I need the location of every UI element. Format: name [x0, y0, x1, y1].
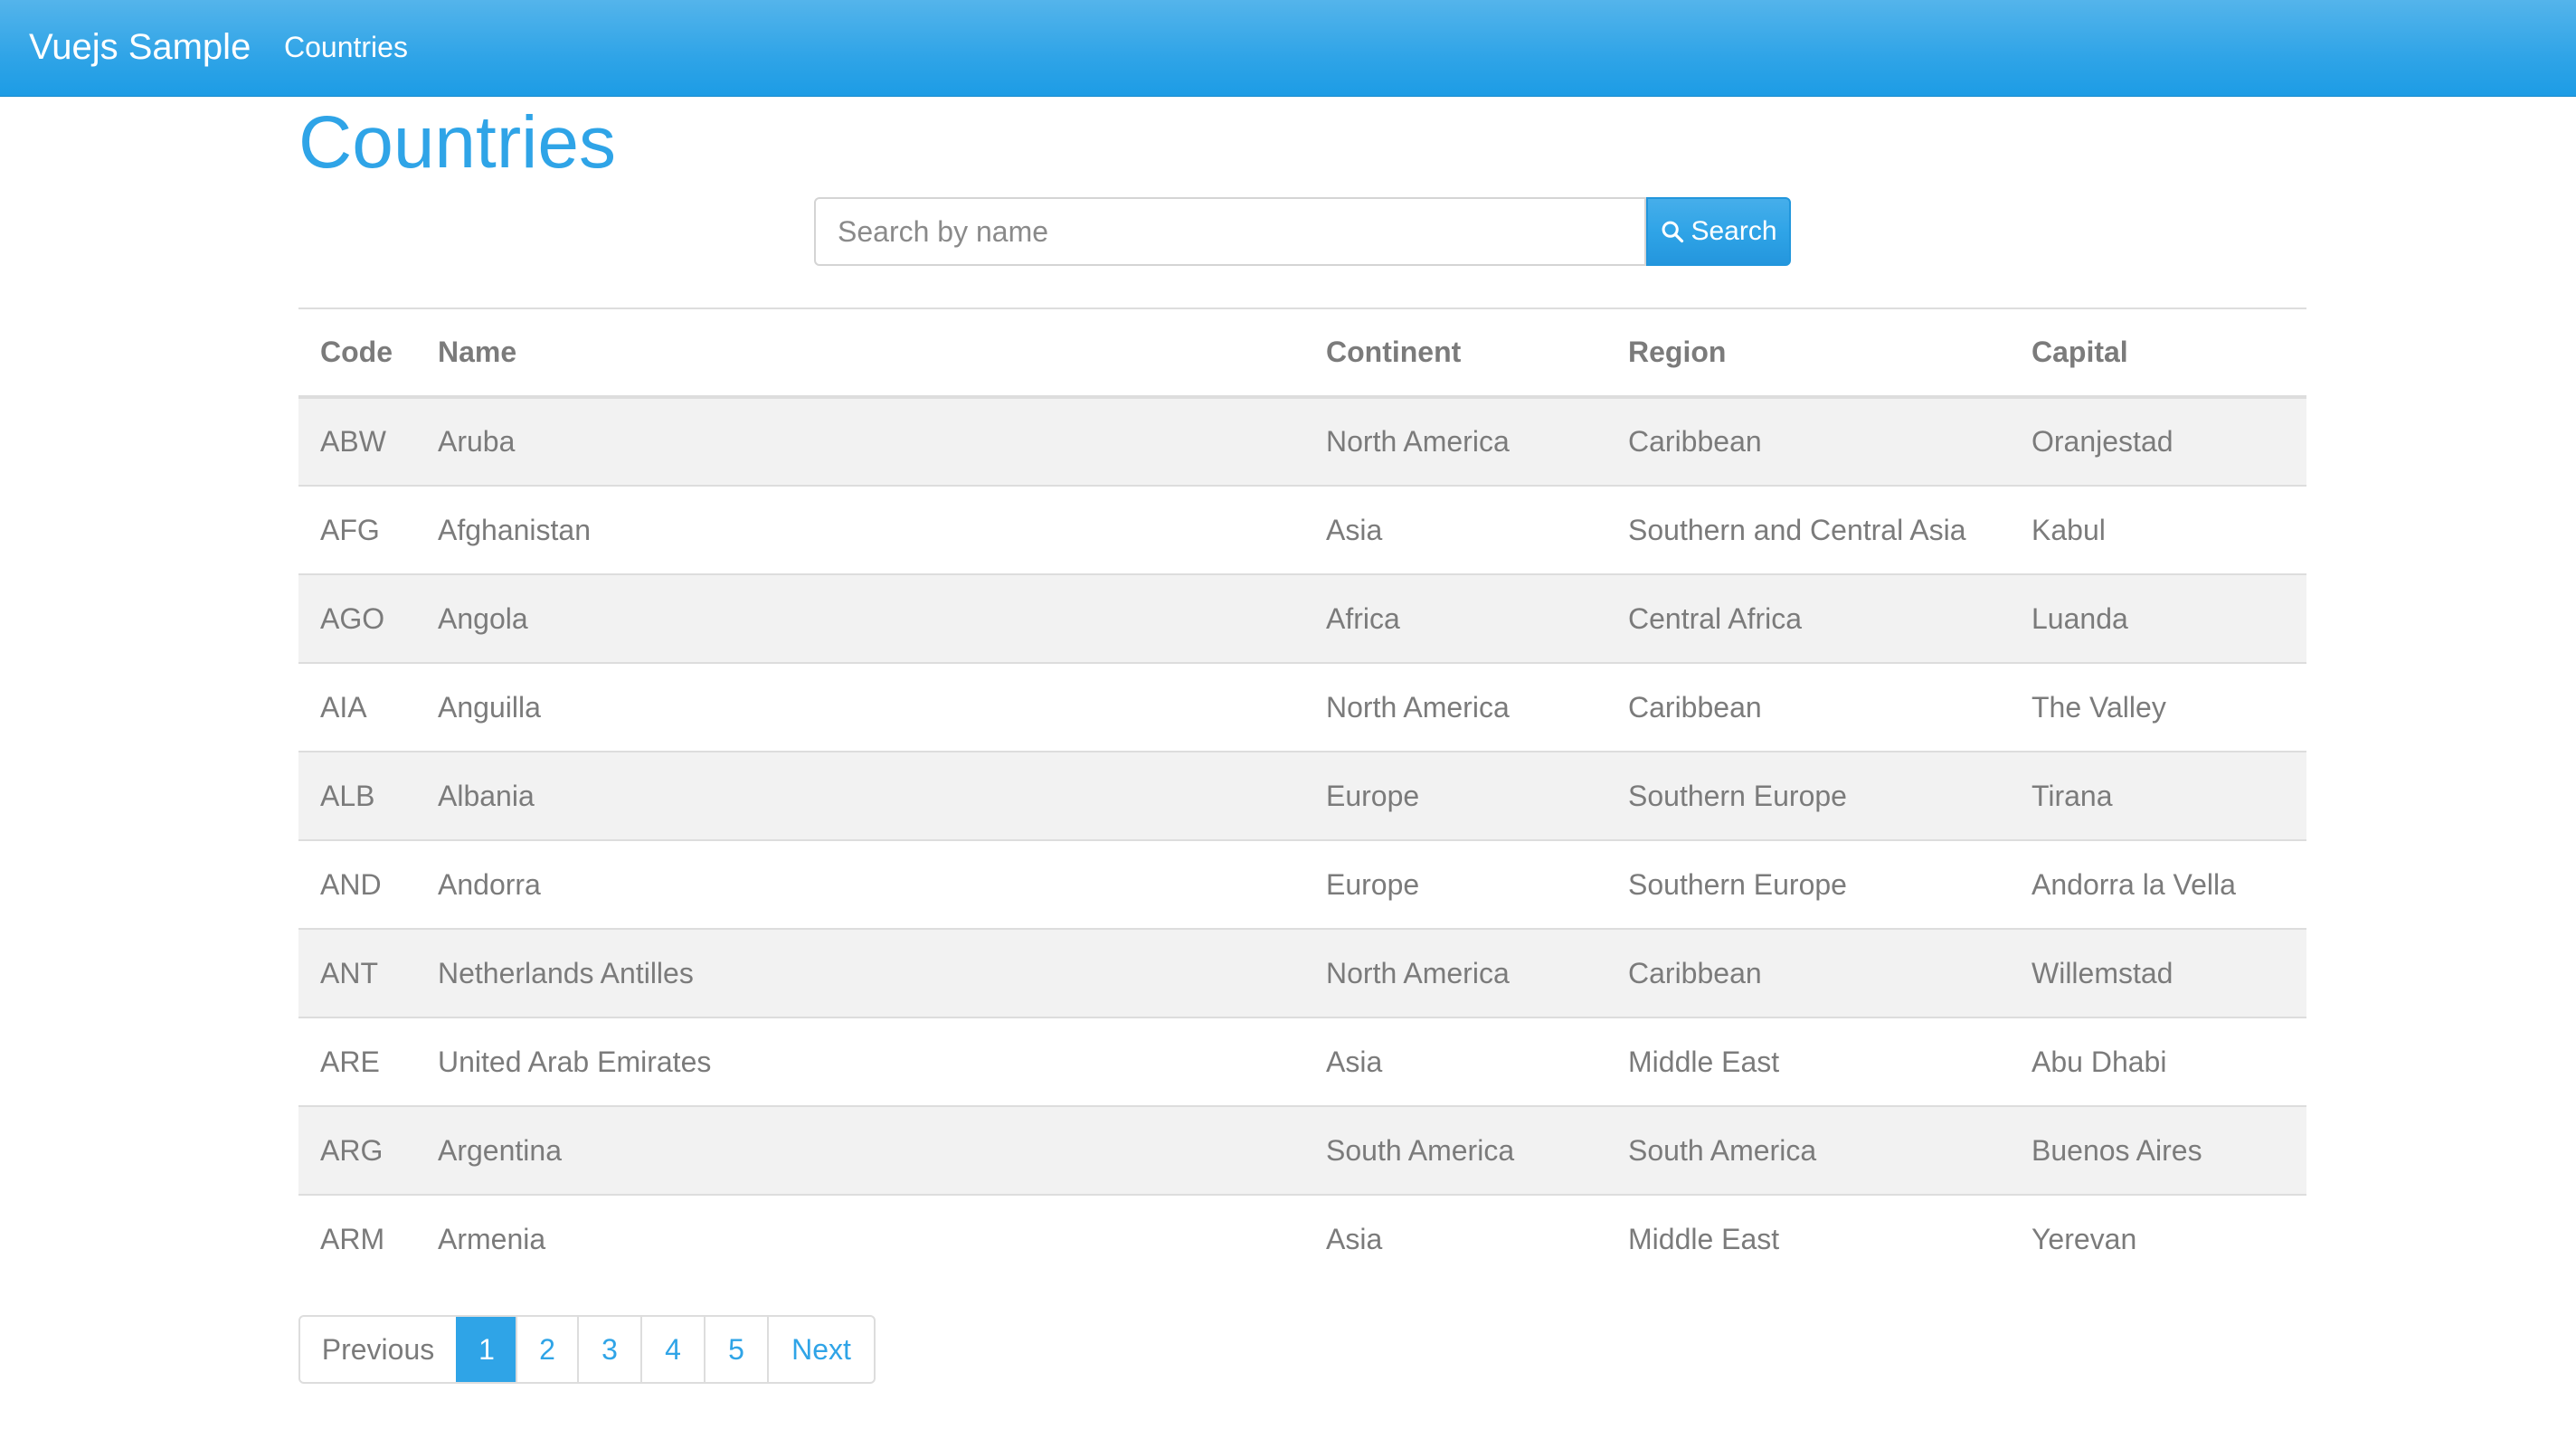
cell-capital: Oranjestad	[2031, 425, 2174, 458]
table-row[interactable]: AGO Angola Africa Central Africa Luanda	[298, 574, 2306, 663]
cell-capital: Willemstad	[2031, 956, 2174, 989]
cell-continent: Africa	[1326, 601, 1400, 635]
nav-link-countries[interactable]: Countries	[284, 0, 408, 96]
pagination-page-5[interactable]: 5	[704, 1317, 767, 1382]
cell-name: Angola	[438, 601, 528, 635]
table-row[interactable]: ARE United Arab Emirates Asia Middle Eas…	[298, 1017, 2306, 1106]
search-icon	[1662, 221, 1684, 243]
cell-region: Central Africa	[1628, 601, 1803, 635]
cell-region: Middle East	[1628, 1223, 1780, 1255]
cell-region: Caribbean	[1628, 956, 1762, 989]
cell-region: Southern Europe	[1628, 779, 1847, 812]
table-row[interactable]: ARM Armenia Asia Middle East Yerevan	[298, 1195, 2306, 1283]
pagination-page-2[interactable]: 2	[516, 1317, 577, 1382]
pagination: Previous 1 2 3 4 5 Next	[298, 1315, 876, 1384]
cell-continent: Europe	[1326, 867, 1420, 901]
cell-name: Albania	[438, 779, 535, 812]
cell-capital: Luanda	[2031, 601, 2128, 635]
cell-capital: Abu Dhabi	[2031, 1045, 2167, 1078]
cell-code: AND	[320, 867, 382, 901]
cell-name: Afghanistan	[438, 513, 592, 546]
cell-code: ABW	[320, 425, 386, 458]
cell-code: ARE	[320, 1045, 380, 1078]
table-row[interactable]: ARG Argentina South America South Americ…	[298, 1106, 2306, 1195]
cell-continent: North America	[1326, 690, 1510, 724]
cell-capital: Tirana	[2031, 779, 2113, 812]
cell-region: South America	[1628, 1133, 1817, 1167]
navbar: Vuejs Sample Countries	[0, 0, 2576, 97]
table-row[interactable]: AFG Afghanistan Asia Southern and Centra…	[298, 486, 2306, 574]
cell-continent: North America	[1326, 425, 1510, 458]
cell-name: Argentina	[438, 1133, 562, 1167]
cell-name: United Arab Emirates	[438, 1045, 712, 1078]
cell-continent: Asia	[1326, 1223, 1383, 1255]
cell-name: Netherlands Antilles	[438, 956, 694, 989]
table-row[interactable]: AIA Anguilla North America Caribbean The…	[298, 663, 2306, 752]
cell-name: Armenia	[438, 1223, 546, 1255]
cell-region: Southern and Central Asia	[1628, 513, 1966, 546]
table-row[interactable]: AND Andorra Europe Southern Europe Andor…	[298, 840, 2306, 929]
cell-name: Andorra	[438, 867, 541, 901]
cell-continent: Asia	[1326, 1045, 1383, 1078]
cell-region: Caribbean	[1628, 690, 1762, 724]
column-header-capital[interactable]: Capital	[2010, 308, 2306, 397]
column-header-name[interactable]: Name	[416, 308, 1304, 397]
countries-table: Code Name Continent Region Capital ABW A…	[298, 308, 2306, 1283]
pagination-previous[interactable]: Previous	[300, 1317, 456, 1382]
table-row[interactable]: ALB Albania Europe Southern Europe Tiran…	[298, 752, 2306, 840]
cell-code: ALB	[320, 779, 375, 812]
cell-continent: Asia	[1326, 513, 1383, 546]
cell-name: Anguilla	[438, 690, 541, 724]
cell-code: AGO	[320, 601, 385, 635]
cell-capital: The Valley	[2031, 690, 2166, 724]
navbar-brand[interactable]: Vuejs Sample	[29, 0, 251, 96]
column-header-continent[interactable]: Continent	[1304, 308, 1606, 397]
pagination-page-4[interactable]: 4	[640, 1317, 704, 1382]
search-button-label: Search	[1690, 216, 1777, 246]
cell-code: ARM	[320, 1223, 385, 1255]
column-header-region[interactable]: Region	[1606, 308, 2010, 397]
cell-region: Caribbean	[1628, 425, 1762, 458]
pagination-page-3[interactable]: 3	[577, 1317, 640, 1382]
cell-capital: Buenos Aires	[2031, 1133, 2202, 1167]
cell-code: AFG	[320, 513, 380, 546]
page-title: Countries	[298, 101, 616, 184]
pagination-page-1[interactable]: 1	[456, 1317, 516, 1382]
pagination-next[interactable]: Next	[767, 1317, 874, 1382]
table-header-row: Code Name Continent Region Capital	[298, 308, 2306, 397]
cell-continent: North America	[1326, 956, 1510, 989]
column-header-code[interactable]: Code	[298, 308, 416, 397]
countries-table-wrapper: Code Name Continent Region Capital ABW A…	[298, 308, 2306, 1283]
cell-capital: Andorra la Vella	[2031, 867, 2236, 901]
cell-region: Middle East	[1628, 1045, 1780, 1078]
cell-capital: Kabul	[2031, 513, 2106, 546]
cell-region: Southern Europe	[1628, 867, 1847, 901]
table-row[interactable]: ABW Aruba North America Caribbean Oranje…	[298, 397, 2306, 486]
cell-code: ARG	[320, 1133, 384, 1167]
search-button[interactable]: Search	[1646, 197, 1791, 266]
cell-continent: Europe	[1326, 779, 1420, 812]
cell-code: AIA	[320, 690, 367, 724]
cell-continent: South America	[1326, 1133, 1515, 1167]
search-input[interactable]	[814, 197, 1646, 266]
table-row[interactable]: ANT Netherlands Antilles North America C…	[298, 929, 2306, 1017]
cell-code: ANT	[320, 956, 378, 989]
cell-capital: Yerevan	[2031, 1223, 2137, 1255]
cell-name: Aruba	[438, 425, 516, 458]
